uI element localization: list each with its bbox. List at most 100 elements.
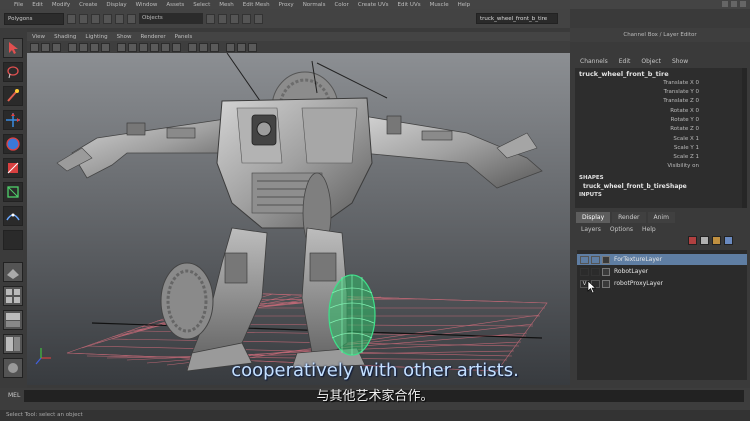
persp-graph-layout-icon[interactable] [3, 334, 23, 354]
universal-manip-icon[interactable] [3, 182, 23, 202]
attr-scale-y[interactable]: Scale Y 1 [577, 145, 699, 151]
attr-translate-y[interactable]: Translate Y 0 [577, 89, 699, 95]
panel-menu-panels[interactable]: Panels [175, 34, 193, 40]
cb-menu-channels[interactable]: Channels [580, 58, 608, 65]
isolate-select-icon[interactable] [210, 42, 219, 52]
tab-display[interactable]: Display [576, 212, 611, 223]
perspective-viewport[interactable] [27, 53, 570, 385]
layer-playback-toggle[interactable] [591, 267, 600, 276]
camera-attributes-icon[interactable] [41, 42, 50, 52]
menu-set-dropdown[interactable]: Polygons [4, 12, 64, 25]
layer-color-swatch[interactable] [602, 267, 610, 276]
layer-row-robot[interactable]: RobotLayer [577, 266, 747, 277]
hud-icon[interactable] [226, 42, 235, 52]
layer-visibility-toggle[interactable] [580, 255, 589, 264]
menu-modify[interactable]: Modify [52, 2, 70, 8]
snap-curve-icon[interactable] [218, 13, 227, 24]
cb-menu-object[interactable]: Object [641, 58, 661, 65]
channel-box-object-name[interactable]: truck_wheel_front_b_tire [579, 70, 669, 78]
lasso-tool-icon[interactable] [3, 62, 23, 82]
attr-rotate-x[interactable]: Rotate X 0 [577, 108, 699, 114]
attr-translate-z[interactable]: Translate Z 0 [577, 98, 699, 104]
menu-window[interactable]: Window [136, 2, 158, 8]
menu-mesh[interactable]: Mesh [219, 2, 233, 8]
ipr-render-icon[interactable] [254, 13, 263, 24]
render-icon[interactable] [242, 13, 251, 24]
select-object-icon[interactable] [115, 13, 124, 24]
le-menu-help[interactable]: Help [642, 226, 656, 233]
layer-name[interactable]: robotProxyLayer [614, 280, 663, 287]
menu-display[interactable]: Display [106, 2, 126, 8]
move-tool-icon[interactable] [3, 110, 23, 130]
menu-create-uvs[interactable]: Create UVs [358, 2, 389, 8]
textured-icon[interactable] [150, 42, 159, 52]
soft-mod-icon[interactable] [3, 206, 23, 226]
smooth-shade-icon[interactable] [128, 42, 137, 52]
menu-muscle[interactable]: Muscle [430, 2, 449, 8]
rotate-tool-icon[interactable] [3, 134, 23, 154]
selection-mask-dropdown[interactable]: Objects [139, 13, 203, 24]
le-menu-layers[interactable]: Layers [581, 226, 601, 233]
four-view-layout-icon[interactable] [3, 286, 23, 306]
snap-point-icon[interactable] [230, 13, 239, 24]
attr-scale-z[interactable]: Scale Z 1 [577, 154, 699, 160]
two-sided-lighting-icon[interactable] [237, 42, 246, 52]
le-menu-options[interactable]: Options [610, 226, 633, 233]
select-hierarchy-icon[interactable] [103, 13, 112, 24]
xray-joints-icon[interactable] [199, 42, 208, 52]
panel-menu-view[interactable]: View [32, 34, 45, 40]
xray-icon[interactable] [188, 42, 197, 52]
cb-menu-show[interactable]: Show [672, 58, 688, 65]
paint-select-icon[interactable] [3, 86, 23, 106]
panel-menu-lighting[interactable]: Lighting [85, 34, 107, 40]
layer-row-fortexture[interactable]: ForTextureLayer [577, 254, 747, 265]
menu-create[interactable]: Create [79, 2, 97, 8]
new-scene-icon[interactable] [67, 13, 76, 24]
move-layer-up-icon[interactable] [712, 236, 721, 245]
shadows-icon[interactable] [172, 42, 181, 52]
move-layer-down-icon[interactable] [724, 236, 733, 245]
persp-outliner-layout-icon[interactable] [3, 310, 23, 330]
panel-menu-renderer[interactable]: Renderer [140, 34, 165, 40]
use-lights-icon[interactable] [161, 42, 170, 52]
menu-edit-uvs[interactable]: Edit UVs [398, 2, 421, 8]
backface-culling-icon[interactable] [248, 42, 257, 52]
tab-anim[interactable]: Anim [647, 212, 675, 223]
menu-edit-mesh[interactable]: Edit Mesh [243, 2, 270, 8]
bookmarks-icon[interactable] [52, 42, 61, 52]
tab-render[interactable]: Render [612, 212, 646, 223]
menu-edit[interactable]: Edit [32, 2, 43, 8]
layer-name[interactable]: ForTextureLayer [614, 256, 662, 263]
channel-box-scrollbar[interactable] [742, 68, 747, 208]
inputs-section-label[interactable]: INPUTS [579, 192, 602, 198]
camera-select-icon[interactable] [30, 42, 39, 52]
scale-tool-icon[interactable] [3, 158, 23, 178]
single-view-layout-icon[interactable] [3, 262, 23, 282]
selection-name-field[interactable]: truck_wheel_front_b_tire [476, 13, 558, 24]
shape-node-name[interactable]: truck_wheel_front_b_tireShape [583, 183, 687, 190]
menu-normals[interactable]: Normals [303, 2, 326, 8]
minimize-icon[interactable] [722, 1, 728, 7]
save-scene-icon[interactable] [91, 13, 100, 24]
film-gate-icon[interactable] [90, 42, 99, 52]
cb-menu-edit[interactable]: Edit [619, 58, 631, 65]
panel-menu-show[interactable]: Show [117, 34, 132, 40]
layer-playback-toggle[interactable] [591, 255, 600, 264]
image-plane-icon[interactable] [68, 42, 77, 52]
open-scene-icon[interactable] [79, 13, 88, 24]
layer-name[interactable]: RobotLayer [614, 268, 648, 275]
layer-color-swatch[interactable] [602, 255, 610, 264]
layer-color-swatch[interactable] [602, 279, 610, 288]
resolution-gate-icon[interactable] [101, 42, 110, 52]
panel-menu-shading[interactable]: Shading [54, 34, 76, 40]
menu-proxy[interactable]: Proxy [279, 2, 294, 8]
menu-file[interactable]: File [14, 2, 23, 8]
last-tool-icon[interactable] [3, 230, 23, 250]
layer-row-robotproxy[interactable]: V robotProxyLayer [577, 278, 747, 289]
attr-rotate-y[interactable]: Rotate Y 0 [577, 117, 699, 123]
new-layer-from-selected-icon[interactable] [688, 236, 697, 245]
menu-assets[interactable]: Assets [166, 2, 184, 8]
new-empty-layer-icon[interactable] [700, 236, 709, 245]
menu-color[interactable]: Color [334, 2, 348, 8]
attr-translate-x[interactable]: Translate X 0 [577, 80, 699, 86]
